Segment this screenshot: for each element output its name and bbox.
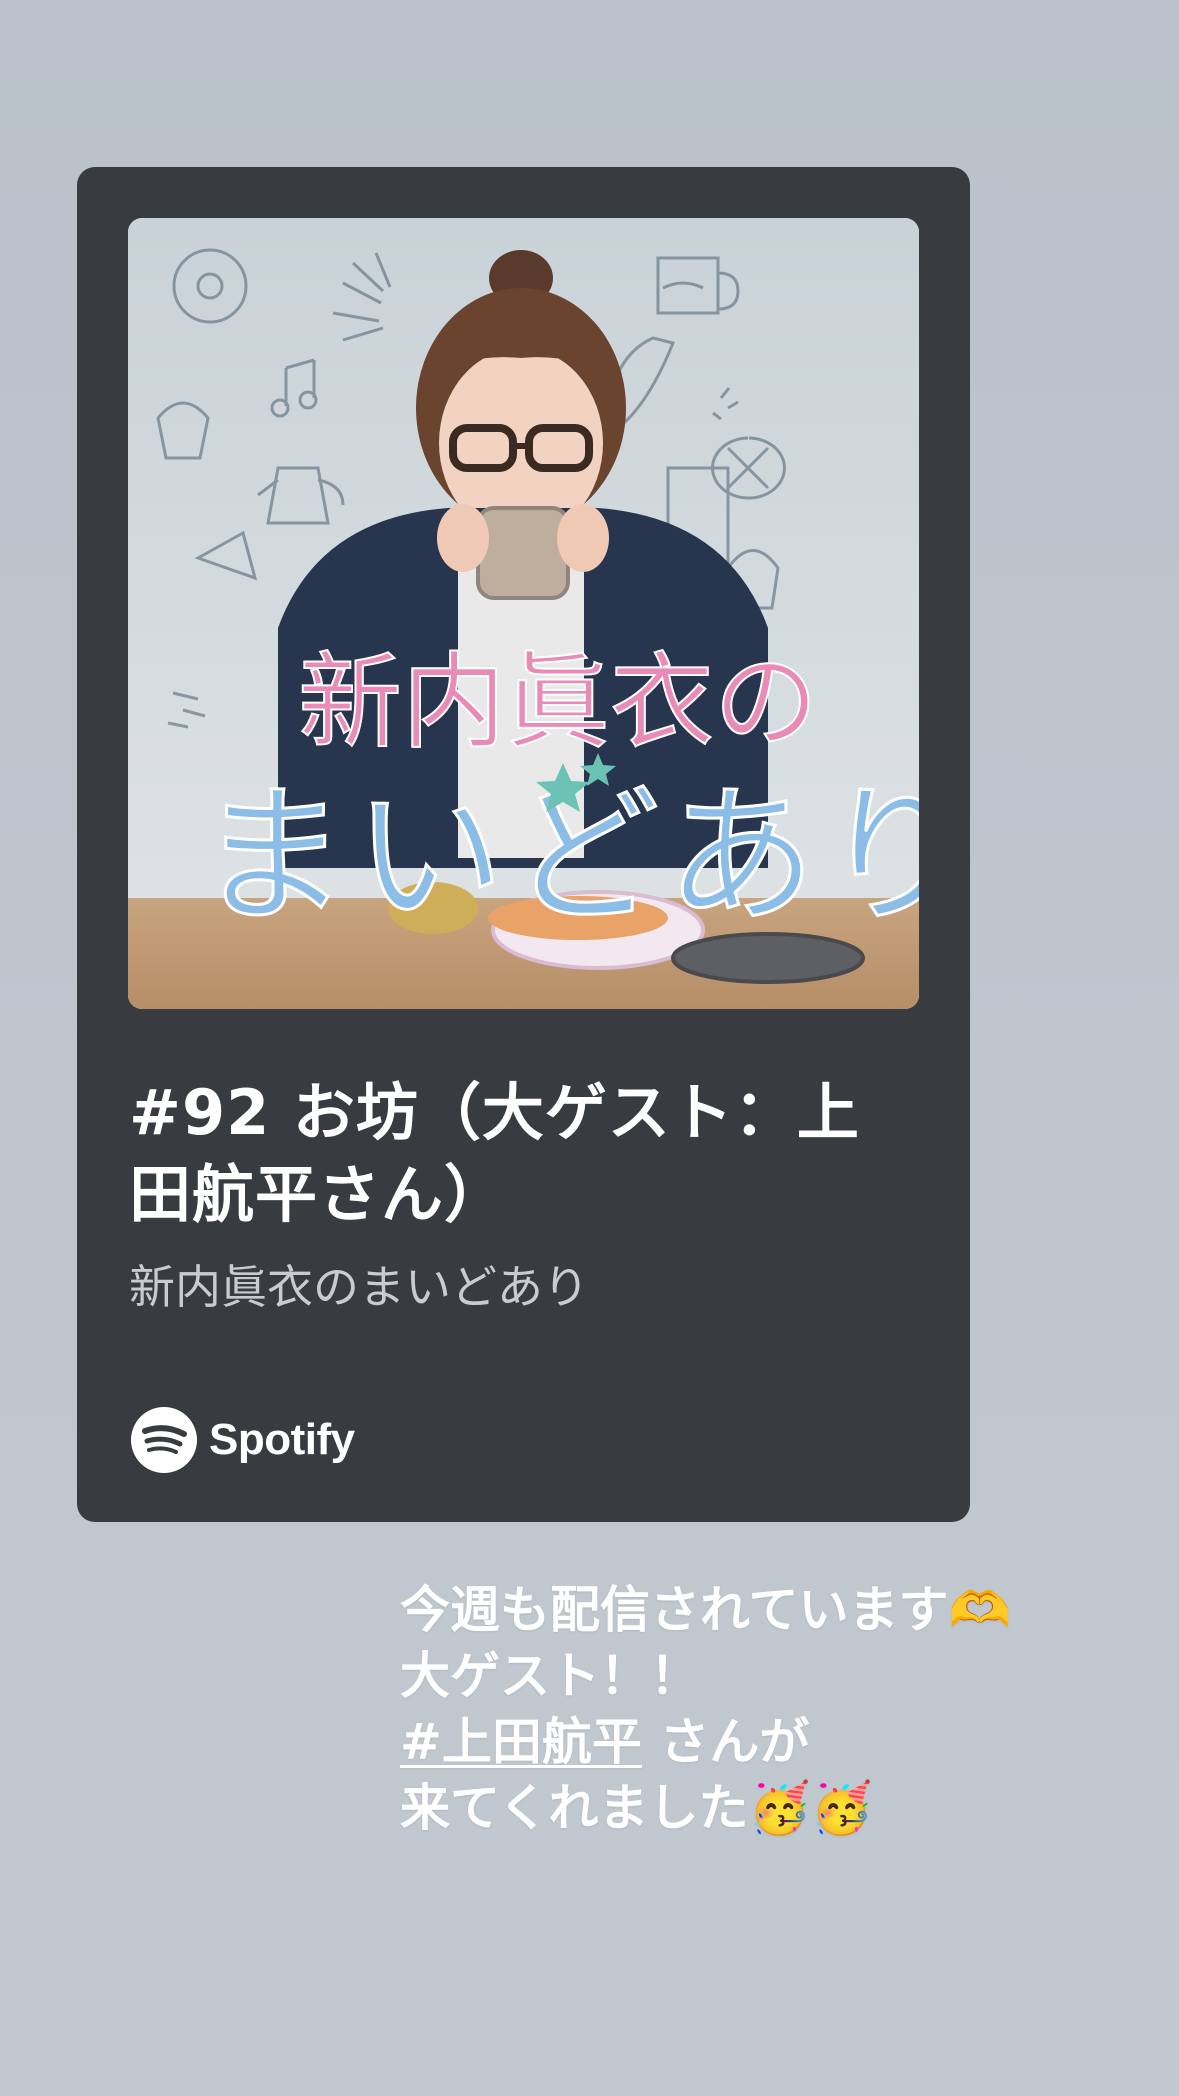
cover-title-line1: 新内眞衣の — [298, 641, 818, 763]
party-face-emoji-icon: 🥳🥳 — [748, 1779, 874, 1837]
heart-hands-emoji-icon: 🫶 — [948, 1581, 1011, 1639]
caption-line-4: 来てくれました🥳🥳 — [400, 1775, 1160, 1841]
spotify-logo-icon — [131, 1407, 197, 1473]
caption-line-3-rest: さんが — [641, 1713, 810, 1771]
hashtag-link[interactable]: #上田航平 — [400, 1713, 642, 1771]
episode-title: #92 お坊（大ゲスト：上田航平さん） — [129, 1076, 860, 1231]
podcast-cover-art: 新内眞衣の まいどあり — [128, 218, 919, 1009]
cover-art-illustration: 新内眞衣の まいどあり — [128, 218, 919, 1009]
caption-line-1: 今週も配信されています🫶 — [400, 1577, 1160, 1643]
spotify-share-card[interactable]: 新内眞衣の まいどあり #92 お坊（大ゲスト：上田航平さん） 新内眞衣のまいど… — [77, 167, 970, 1522]
story-caption: 今週も配信されています🫶 大ゲスト！！ #上田航平 さんが 来てくれました🥳🥳 — [400, 1577, 1160, 1841]
show-name: 新内眞衣のまいどあり — [129, 1260, 589, 1314]
spotify-badge[interactable]: Spotify — [131, 1405, 355, 1475]
caption-line-4-text: 来てくれました — [400, 1779, 749, 1837]
caption-line-3: #上田航平 さんが — [400, 1709, 1160, 1775]
caption-line-2: 大ゲスト！！ — [400, 1647, 700, 1705]
spotify-wordmark: Spotify — [209, 1415, 355, 1464]
caption-line-1-text: 今週も配信されています — [400, 1581, 949, 1639]
